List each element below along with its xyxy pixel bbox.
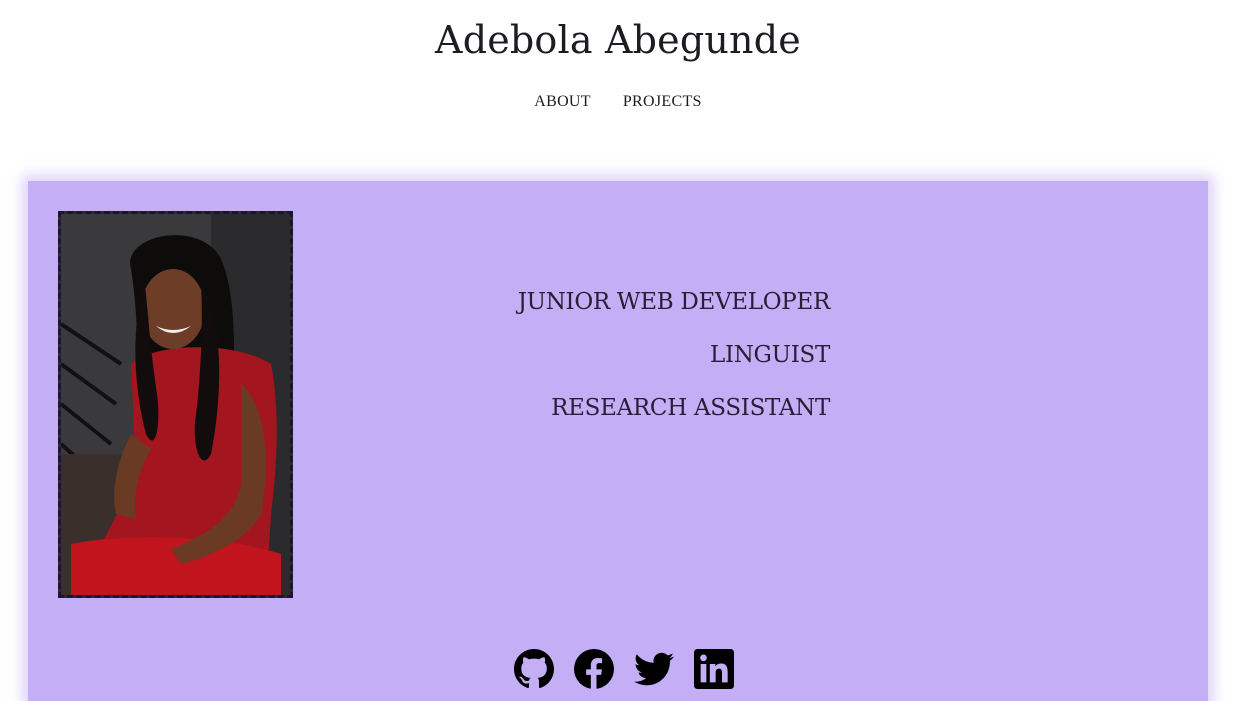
social-links (514, 649, 734, 689)
site-header: Adebola Abegunde ABOUT PROJECTS (0, 0, 1258, 140)
nav-link-projects[interactable]: PROJECTS (623, 93, 702, 111)
site-title: Adebola Abegunde (435, 18, 801, 62)
roles-list: JUNIOR WEB DEVELOPER LINGUIST RESEARCH A… (458, 288, 831, 447)
portrait-photo (58, 211, 293, 598)
role-linguist: LINGUIST (709, 342, 830, 368)
facebook-icon[interactable] (574, 649, 614, 689)
role-junior-web-developer: JUNIOR WEB DEVELOPER (517, 289, 831, 315)
nav-link-about[interactable]: ABOUT (534, 93, 591, 111)
github-icon[interactable] (514, 649, 554, 689)
linkedin-icon[interactable] (694, 649, 734, 689)
main-nav: ABOUT PROJECTS (0, 93, 1236, 111)
twitter-icon[interactable] (634, 649, 674, 689)
role-research-assistant: RESEARCH ASSISTANT (551, 395, 830, 421)
hero-section: JUNIOR WEB DEVELOPER LINGUIST RESEARCH A… (28, 181, 1208, 701)
